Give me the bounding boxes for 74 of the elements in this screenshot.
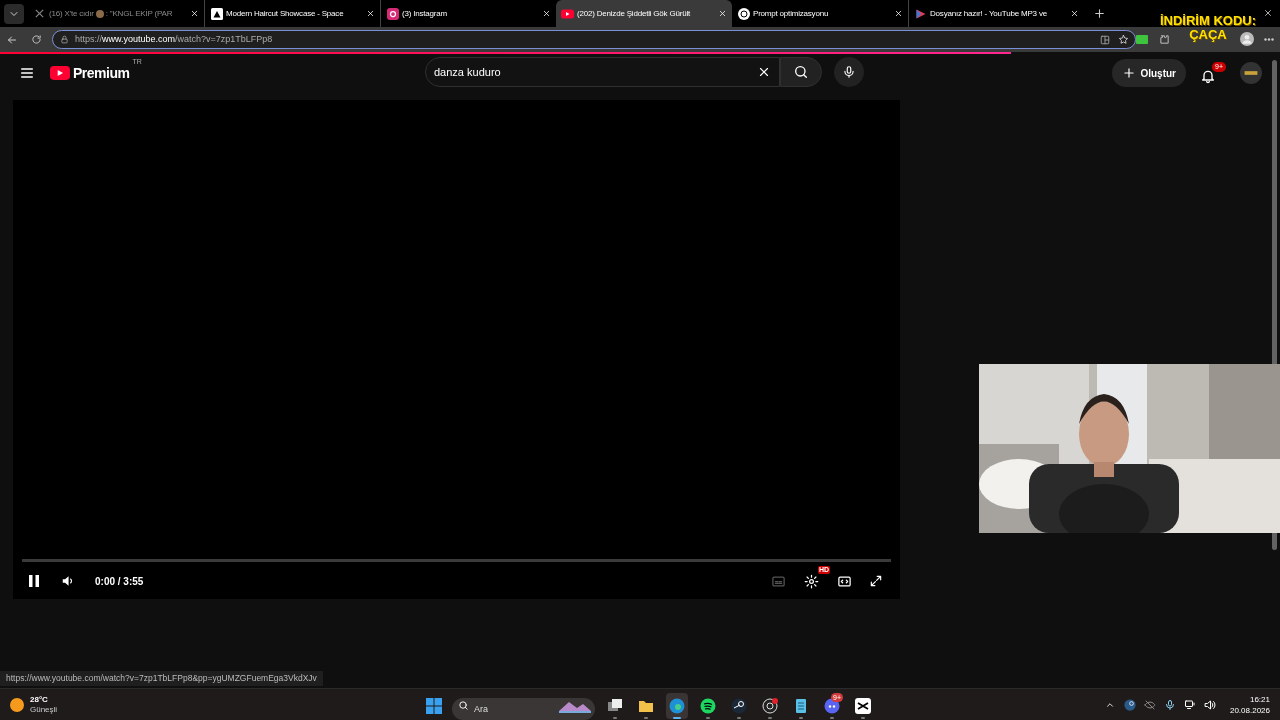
browser-tab[interactable]: Prompt optimizasyonu (732, 0, 908, 27)
avatar-icon[interactable] (1240, 62, 1262, 84)
close-icon[interactable] (717, 8, 727, 19)
subtitles-icon[interactable] (770, 573, 786, 589)
logo-text[interactable]: Premium (73, 62, 130, 84)
tab-title: (202) Denizde Şiddetli Gök Gürült (577, 7, 690, 20)
promo-code-text: İNDİRİM KODU: (1159, 14, 1256, 28)
tab-title: : "KNGL EKİP (PAR (105, 7, 173, 20)
close-icon[interactable] (893, 8, 903, 19)
sun-icon[interactable] (10, 697, 24, 712)
more-icon[interactable] (1264, 37, 1274, 41)
sound-waves-logo-icon (700, 698, 716, 714)
star-icon[interactable] (1117, 33, 1129, 46)
progress-track[interactable] (22, 559, 891, 562)
status-url: https://www.youtube.com/watch?v=7zp1TbLFPp8&pp=ygUMZGFuemEga3VkdXJv (0, 671, 323, 686)
tab-title: Dosyanız hazır! - YouTube MP3 ve (930, 7, 1047, 20)
search-icon (458, 700, 469, 711)
record-logo-icon (762, 698, 778, 714)
theater-mode-icon[interactable] (836, 573, 852, 589)
emoji-icon (95, 9, 104, 18)
tab-title: Prompt optimizasyonu (753, 7, 829, 20)
close-icon[interactable] (365, 8, 375, 19)
microphone-icon (842, 65, 856, 79)
plus-icon (1122, 66, 1137, 80)
tab-title: (3) Instagram (402, 7, 447, 20)
speaker-icon[interactable] (1203, 698, 1216, 711)
bell-icon[interactable] (1200, 68, 1216, 84)
temperature-text: 28°C (30, 694, 49, 705)
notepad-icon (793, 698, 809, 714)
time-display: 0:00 / 3:55 (95, 574, 144, 589)
voice-search-button[interactable] (834, 57, 864, 87)
search-icon (793, 64, 809, 80)
play-logo-icon[interactable] (50, 66, 70, 80)
play-logo-icon (561, 7, 574, 20)
tab-title: (16) X'te cıdır (49, 7, 94, 20)
camera-logo-icon (386, 7, 399, 20)
mountain-icon (559, 699, 591, 713)
fullscreen-icon[interactable] (868, 573, 884, 589)
folder-icon (638, 698, 654, 714)
search-button[interactable] (780, 57, 822, 87)
extension-icon[interactable] (1136, 34, 1148, 44)
triangle-logo-icon (210, 7, 223, 20)
url-text: https://www.youtube.com/watch?v=7zp1TbLFPp8 (75, 32, 273, 46)
promo-code-text: ÇAÇA (1189, 28, 1227, 42)
close-icon[interactable] (541, 8, 551, 19)
taskbar-app-button[interactable] (666, 693, 688, 719)
taskbar-search-field[interactable]: Ara (452, 698, 595, 720)
browser-tab[interactable]: (16) X'te cıdır : "KNGL EKİP (PAR (28, 0, 204, 27)
network-icon[interactable] (1183, 698, 1196, 711)
close-icon[interactable] (1262, 7, 1274, 19)
weather-condition: Güneşli (30, 704, 58, 715)
lock-icon (59, 34, 69, 45)
profile-avatar-icon[interactable] (1240, 32, 1254, 46)
address-field[interactable]: https://www.youtube.com/watch?v=7zp1TbLFPp8 (52, 30, 1136, 49)
task-view-icon (607, 698, 623, 714)
split-screen-icon[interactable] (1099, 33, 1111, 46)
scissors-logo-icon (855, 698, 871, 714)
steam-logo-icon[interactable] (1123, 698, 1136, 711)
close-icon[interactable] (1069, 8, 1079, 19)
search-field[interactable]: danza kuduro (425, 57, 780, 87)
play-arrow-logo-icon (914, 7, 927, 20)
create-button[interactable]: Oluştur (1112, 59, 1186, 87)
tab-list-icon[interactable] (4, 3, 24, 24)
clock[interactable]: 16:21 20.08.2026 (1229, 693, 1270, 716)
start-icon[interactable] (425, 697, 443, 715)
steam-logo-icon (731, 698, 747, 714)
puzzle-icon[interactable] (1158, 33, 1170, 45)
x-logo-icon (33, 7, 46, 20)
settings-icon[interactable] (802, 572, 820, 591)
browser-tab[interactable]: (202) Denizde Şiddetli Gök Gürült (556, 0, 732, 27)
microphone-icon[interactable] (1163, 698, 1176, 711)
eye-crossed-icon[interactable] (1143, 698, 1156, 711)
tab-title: Modern Haircut Showcase - Space (226, 7, 344, 20)
close-icon[interactable] (189, 8, 199, 19)
